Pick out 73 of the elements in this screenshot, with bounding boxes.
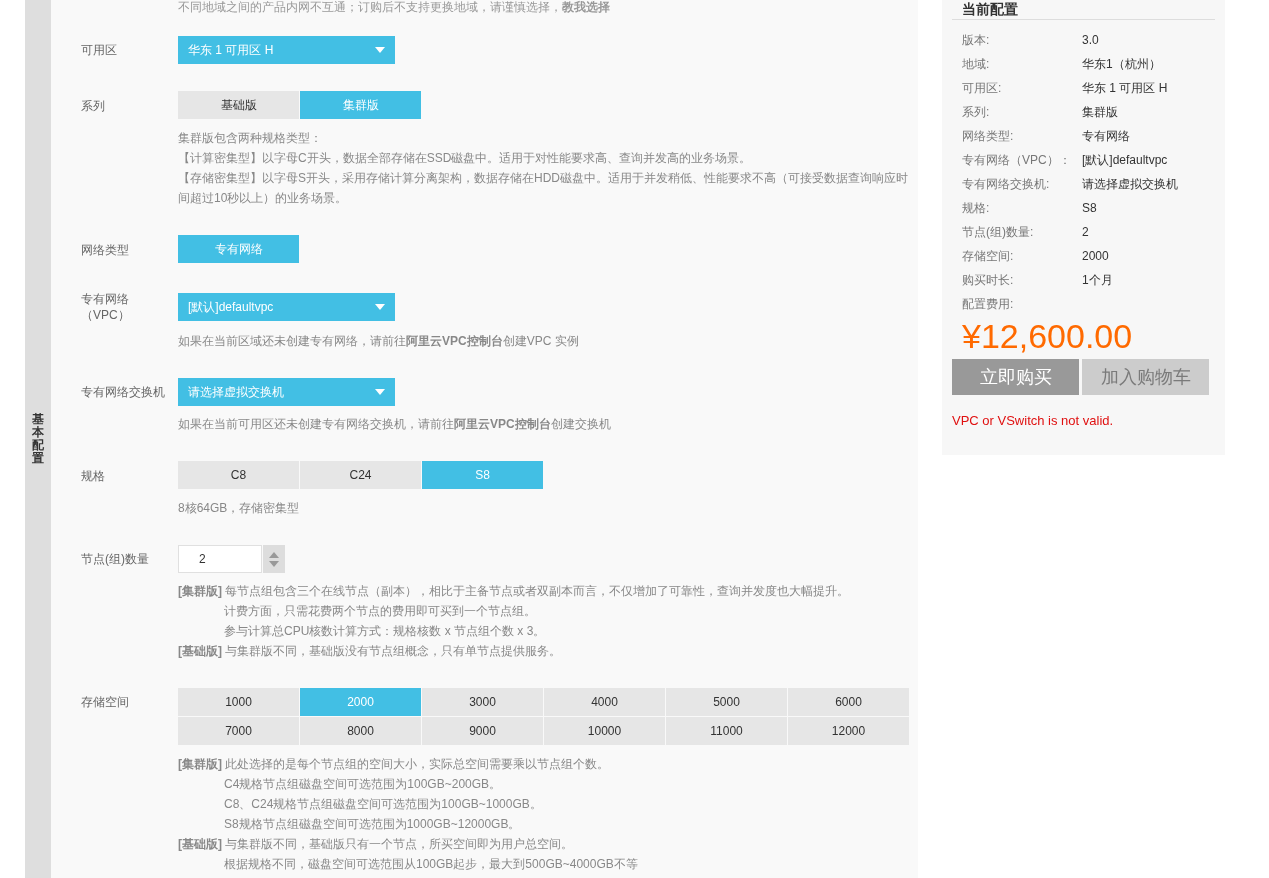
summary-value: 集群版 — [1082, 104, 1118, 121]
summary-label: 网络类型: — [962, 128, 1015, 145]
option-button[interactable]: 10000 — [544, 717, 665, 745]
option-button[interactable]: 6000 — [788, 688, 909, 716]
caret-icon — [375, 389, 385, 395]
summary-label: 规格: — [962, 200, 991, 217]
field-label: 可用区 — [81, 42, 118, 58]
field-label: 节点(组)数量 — [81, 551, 150, 567]
option-button[interactable]: 11000 — [666, 717, 787, 745]
field-label: 规格 — [81, 467, 106, 484]
summary-label: 专有网络交换机: — [962, 176, 1051, 193]
field-label: 网络类型 — [81, 241, 130, 258]
panel-title: 当前配置 — [952, 0, 1215, 20]
hint-text: 不同地域之间的产品内网不互通；订购后不支持更换地域，请谨慎选择，教我选择 — [177, 0, 611, 14]
hint-text: [集群版] 此处选择的是每个节点组的空间大小，实际总空间需要乘以节点组个数。 — [178, 756, 611, 773]
summary-value: [默认]defaultvpc — [1082, 152, 1168, 169]
summary-value: 1个月 — [1082, 272, 1113, 289]
option-button[interactable]: 1000 — [178, 688, 299, 716]
price-text: ¥12,600.00 — [961, 316, 1134, 356]
field-label: 专有网络交换机 — [81, 384, 166, 400]
option-button[interactable]: C8 — [178, 461, 299, 489]
caret-icon — [375, 47, 385, 53]
option-button[interactable]: C24 — [300, 461, 421, 489]
hint-text: 参与计算总CPU核数计算方式：规格核数 x 节点组个数 x 3。 — [223, 623, 547, 640]
hint-text: 如果在当前区域还未创建专有网络，请前往阿里云VPC控制台创建VPC 实例 — [178, 333, 580, 350]
hint-text: [基础版] 与集群版不同，基础版没有节点组概念，只有单节点提供服务。 — [178, 643, 563, 660]
field-label: 专有网络（VPC） — [81, 291, 131, 323]
summary-value: 请选择虚拟交换机 — [1082, 176, 1178, 193]
summary-value: S8 — [1082, 200, 1097, 217]
hint-text: [基础版] 与集群版不同，基础版只有一个节点，所买空间即为用户总空间。 — [178, 836, 575, 853]
option-button[interactable]: 12000 — [788, 717, 909, 745]
summary-value: 3.0 — [1082, 32, 1099, 49]
hint-text: S8规格节点组磁盘空间可选范围为1000GB~12000GB。 — [223, 816, 522, 833]
summary-value: 华东 1 可用区 H — [1082, 80, 1168, 97]
summary-label: 地域: — [962, 56, 991, 73]
hint-text: 【存储密集型】以字母S开头，采用存储计算分离架构，数据存储在HDD磁盘中。适用于并发稍低、性能要求不高（可接受数据查询响应时间超过10秒以上）的业务场景。 — [178, 170, 909, 207]
summary-value: 2 — [1082, 224, 1089, 241]
hint-text: [集群版] 每节点组包含三个在线节点（副本），相比于主备节点或者双副本而言，不仅增加了可靠性，查询并发度也大幅提升。 — [178, 583, 851, 600]
hint-text: 集群版包含两种规格类型： — [178, 130, 323, 147]
spinner-button[interactable] — [263, 545, 285, 573]
field-label: 系列 — [81, 97, 106, 114]
summary-value: 华东1（杭州） — [1082, 56, 1161, 73]
summary-label: 专有网络（VPC）： — [962, 152, 1072, 169]
option-button[interactable]: 5000 — [666, 688, 787, 716]
option-button[interactable]: 7000 — [178, 717, 299, 745]
price-label: 配置费用: — [961, 296, 1015, 313]
summary-label: 可用区: — [962, 80, 1003, 97]
section-label: 基本配置 — [32, 412, 44, 466]
summary-label: 节点(组)数量: — [962, 224, 1035, 241]
hint-text: C4规格节点组磁盘空间可选范围为100GB~200GB。 — [223, 776, 503, 793]
hint-text: 8核64GB，存储密集型 — [178, 500, 301, 517]
summary-label: 系列: — [962, 104, 991, 121]
down-arrow-icon — [269, 560, 279, 567]
error-message: VPC or VSwitch is not valid. — [952, 412, 1115, 430]
caret-icon — [375, 304, 385, 310]
hint-text: 计费方面，只需花费两个节点的费用即可买到一个节点组。 — [223, 603, 537, 620]
hint-text: 如果在当前可用区还未创建专有网络交换机，请前往阿里云VPC控制台创建交换机 — [178, 416, 612, 433]
option-button[interactable]: 4000 — [544, 688, 665, 716]
summary-label: 存储空间: — [962, 248, 1015, 265]
hint-text: 【计算密集型】以字母C开头，数据全部存储在SSD磁盘中。适用于对性能要求高、查询并发高的业务场景。 — [178, 150, 753, 167]
option-button[interactable]: 8000 — [300, 717, 421, 745]
summary-value: 专有网络 — [1082, 128, 1130, 145]
hint-text: C8、C24规格节点组磁盘空间可选范围为100GB~1000GB。 — [223, 796, 543, 813]
up-arrow-icon — [269, 551, 279, 558]
summary-value: 2000 — [1082, 248, 1109, 265]
summary-label: 购买时长: — [962, 272, 1015, 289]
number-field[interactable]: 2 — [178, 545, 262, 573]
hint-text: 根据规格不同，磁盘空间可选范围从100GB起步，最大到500GB~4000GB不等 — [223, 856, 639, 873]
option-button[interactable]: 9000 — [422, 717, 543, 745]
option-button[interactable]: 基础版 — [178, 91, 299, 119]
summary-label: 版本: — [962, 32, 991, 49]
option-button[interactable]: 3000 — [422, 688, 543, 716]
field-label: 存储空间 — [81, 694, 130, 710]
